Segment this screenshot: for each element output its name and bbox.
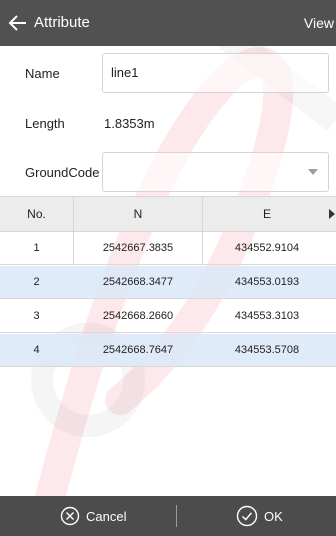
- back-arrow-icon[interactable]: [8, 14, 28, 32]
- table-header: No. N E: [0, 196, 336, 232]
- cell-no: 3: [33, 310, 40, 322]
- name-field[interactable]: line1: [102, 53, 329, 93]
- length-value: 1.8353m: [104, 116, 155, 131]
- scroll-right-icon[interactable]: [329, 209, 335, 219]
- chevron-down-icon[interactable]: [308, 169, 318, 175]
- cell-e: 434553.3103: [234, 310, 300, 322]
- cancel-button[interactable]: Cancel: [60, 496, 126, 536]
- column-header-n[interactable]: N: [74, 197, 202, 231]
- table-row[interactable]: 2 2542668.3477 434553.0193: [0, 266, 336, 299]
- circle-x-icon: [60, 506, 80, 526]
- cell-no: 4: [33, 344, 40, 356]
- cell-e: 434553.5708: [234, 344, 300, 356]
- table-row[interactable]: 3 2542668.2660 434553.3103: [0, 300, 336, 333]
- cell-e: 434552.9104: [234, 242, 300, 254]
- cell-n: 2542668.7647: [102, 344, 174, 356]
- groundcode-select[interactable]: [102, 152, 329, 192]
- length-label: Length: [25, 116, 65, 131]
- ok-button[interactable]: OK: [236, 496, 283, 536]
- cell-n: 2542668.3477: [102, 276, 174, 288]
- cancel-label: Cancel: [86, 508, 127, 524]
- table-row[interactable]: 1 2542667.3835 434552.9104: [0, 232, 336, 265]
- page-title: Attribute: [34, 14, 90, 31]
- title-bar: Attribute View: [0, 0, 336, 46]
- button-divider: [176, 505, 177, 527]
- table-row[interactable]: 4 2542668.7647 434553.5708: [0, 334, 336, 367]
- groundcode-label: GroundCode: [25, 165, 100, 180]
- length-row: Length 1.8353m: [0, 110, 336, 138]
- name-label: Name: [25, 66, 60, 81]
- cell-e: 434553.0193: [234, 276, 300, 288]
- bottom-action-bar: Cancel OK: [0, 496, 336, 536]
- column-header-e[interactable]: E: [203, 197, 331, 231]
- view-button[interactable]: View: [304, 0, 334, 46]
- cell-n: 2542668.2660: [102, 310, 174, 322]
- attribute-screen: Attribute View Name line1 Length 1.8353m…: [0, 0, 336, 536]
- column-header-no[interactable]: No.: [0, 197, 73, 231]
- name-row: Name line1: [0, 53, 336, 93]
- cell-no: 1: [33, 242, 40, 254]
- cell-no: 2: [33, 276, 40, 288]
- groundcode-row: GroundCode: [0, 152, 336, 192]
- circle-check-icon: [236, 505, 258, 527]
- cell-n: 2542667.3835: [102, 242, 174, 254]
- ok-label: OK: [264, 508, 283, 524]
